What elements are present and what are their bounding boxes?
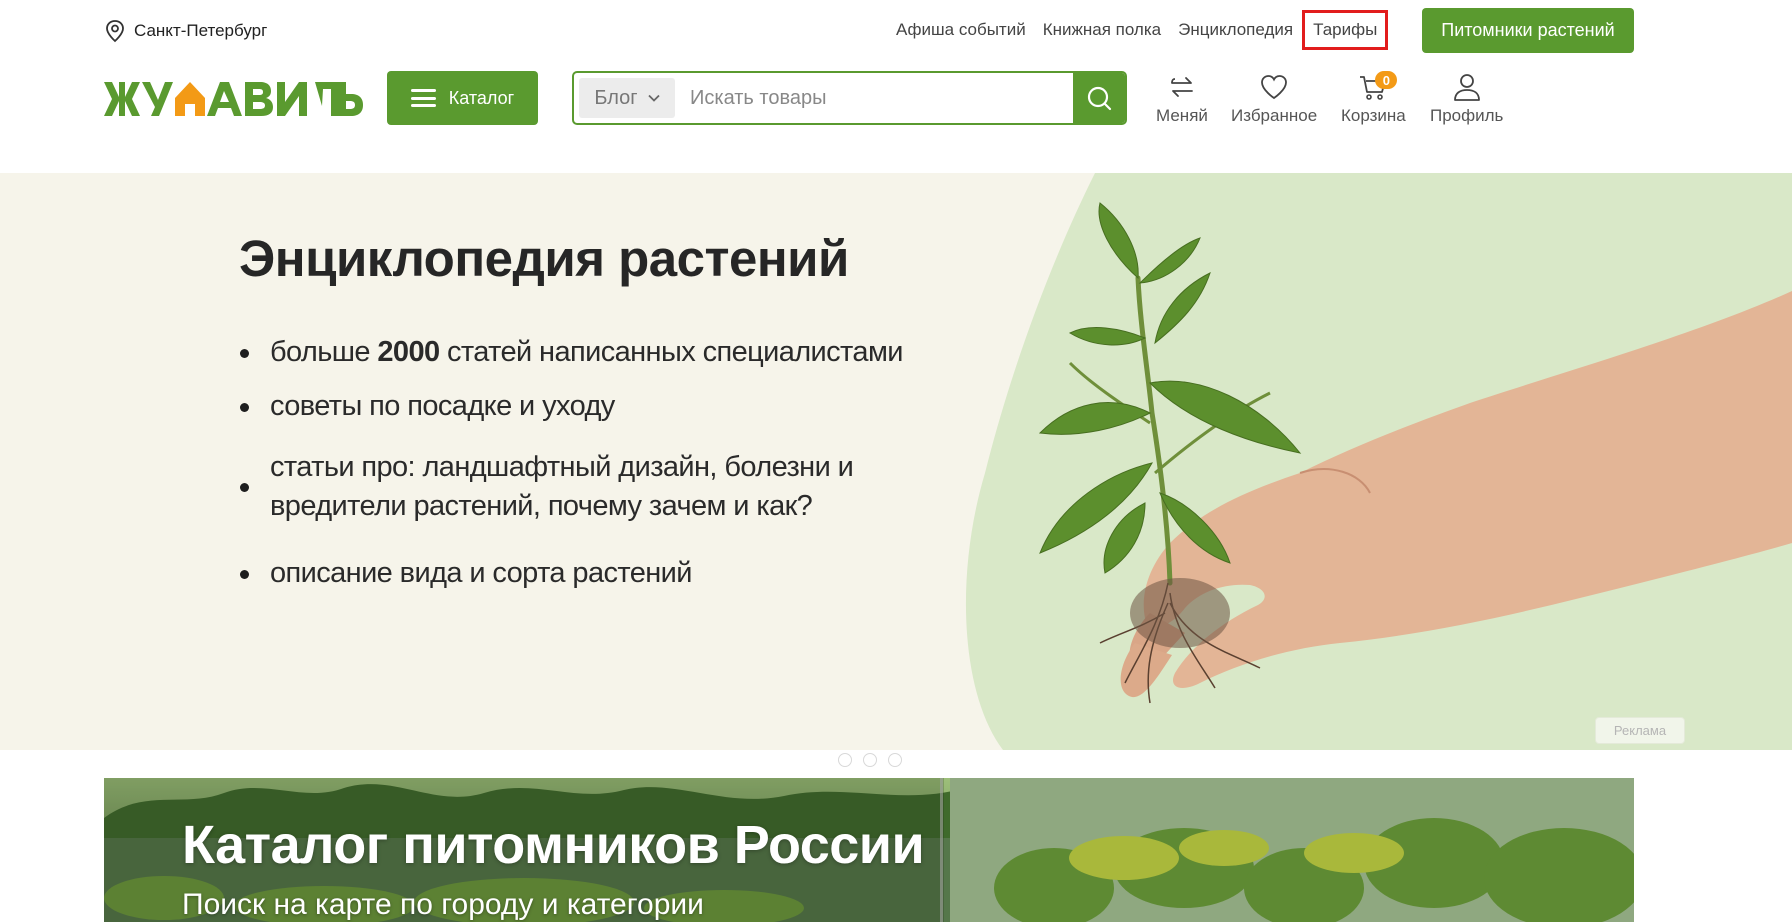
search-button[interactable] <box>1073 73 1125 123</box>
list-item: статьи про: ландшафтный дизайн, болезни … <box>240 448 960 526</box>
carousel-dot[interactable] <box>888 753 902 767</box>
site-logo[interactable] <box>104 76 364 122</box>
catalog-button[interactable]: Каталог <box>387 71 538 125</box>
carousel-dot[interactable] <box>863 753 877 767</box>
search-category-label: Блог <box>594 86 638 109</box>
search-bar: Блог <box>572 71 1127 125</box>
catalog-button-label: Каталог <box>448 87 515 108</box>
list-item: советы по посадке и уходу <box>240 387 960 426</box>
ad-badge[interactable]: Реклама <box>1595 717 1685 744</box>
catalog-banner-title: Каталог питомников России <box>182 815 925 875</box>
catalog-banner-subtitle: Поиск на карте по городу и категории <box>182 888 704 921</box>
articles-count: 2000 <box>377 336 440 368</box>
hero-banner[interactable]: Энциклопедия растений больше 2000 статей… <box>0 173 1792 750</box>
profile-label: Профиль <box>1430 106 1504 125</box>
top-bar: Санкт-Петербург Афиша событий Книжная по… <box>0 0 1792 62</box>
nav-link-tariffs[interactable]: Тарифы <box>1302 10 1389 50</box>
carousel-dot[interactable] <box>838 753 852 767</box>
nav-link-bookshelf[interactable]: Книжная полка <box>1043 20 1161 40</box>
exchange-label: Меняй <box>1156 106 1208 125</box>
plant-nurseries-button[interactable]: Питомники растений <box>1422 8 1634 53</box>
list-item: больше 2000 статей написанных специалист… <box>240 333 960 372</box>
search-input[interactable] <box>680 73 1073 123</box>
favorites-label: Избранное <box>1231 106 1318 125</box>
cart-label: Корзина <box>1341 106 1406 125</box>
top-nav: Афиша событий Книжная полка Энциклопедия… <box>896 8 1394 52</box>
location-pin-icon <box>106 20 124 43</box>
city-label: Санкт-Петербург <box>134 21 268 40</box>
cart-count-badge: 0 <box>1375 71 1398 89</box>
nav-link-events[interactable]: Афиша событий <box>896 20 1026 40</box>
nav-link-encyclopedia[interactable]: Энциклопедия <box>1178 20 1293 40</box>
profile-link[interactable]: Профиль <box>1430 72 1503 126</box>
menu-icon <box>410 89 436 107</box>
cart-link[interactable]: 0 Корзина <box>1341 71 1406 126</box>
exchange-link[interactable]: Меняй <box>1156 72 1208 126</box>
hero-feature-list: больше 2000 статей написанных специалист… <box>240 333 960 593</box>
nurseries-catalog-banner[interactable]: Каталог питомников России Поиск на карте… <box>104 778 1634 922</box>
search-icon <box>1087 86 1112 111</box>
user-icon <box>1453 74 1480 101</box>
exchange-arrows-icon <box>1171 77 1193 97</box>
city-selector[interactable]: Санкт-Петербург <box>104 19 267 43</box>
list-item: описание вида и сорта растений <box>240 554 960 593</box>
heart-icon <box>1261 75 1287 100</box>
carousel-pagination <box>838 753 902 767</box>
chevron-down-icon <box>647 94 660 102</box>
hero-title: Энциклопедия растений <box>239 230 849 287</box>
search-category-select[interactable]: Блог <box>579 78 675 118</box>
logo-wordmark-icon <box>104 82 363 116</box>
favorites-link[interactable]: Избранное <box>1231 72 1317 126</box>
